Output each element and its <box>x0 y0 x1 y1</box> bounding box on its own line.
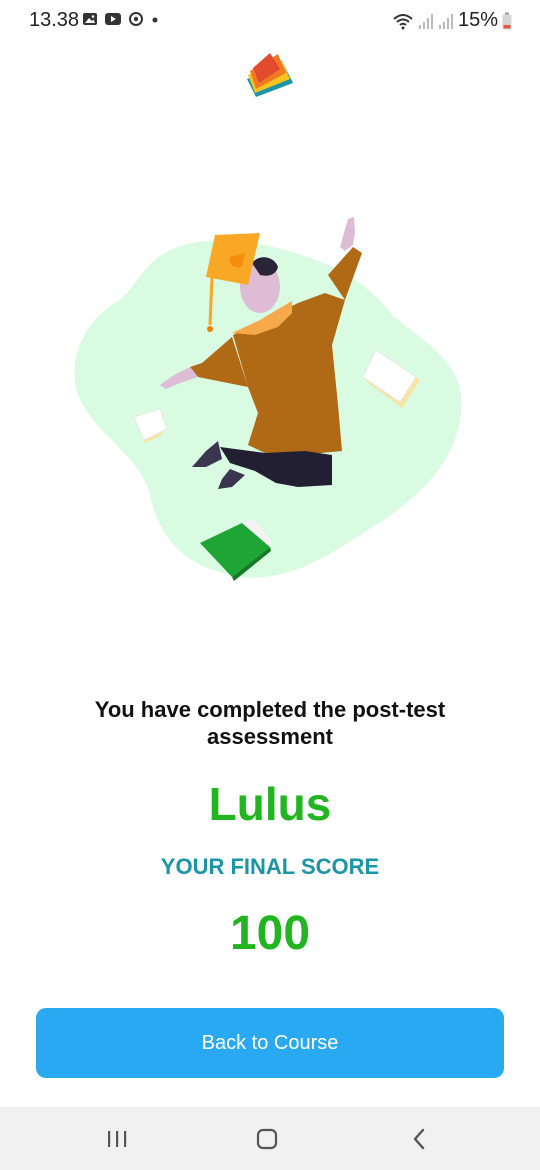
signal-icon <box>418 13 433 29</box>
back-icon <box>413 1128 425 1149</box>
final-score-value: 100 <box>229 907 311 960</box>
completion-message: You have completed the post-test assessm… <box>94 697 446 749</box>
gallery-icon <box>83 13 97 25</box>
navigation-bar <box>0 1107 540 1170</box>
signal-icon <box>438 13 453 29</box>
status-time: 13.38 <box>29 9 80 31</box>
youtube-icon <box>105 13 121 25</box>
books-logo <box>247 53 293 97</box>
home-icon <box>256 1128 278 1149</box>
graduate-jumping-illustration <box>74 217 462 581</box>
home-button[interactable] <box>222 1107 312 1170</box>
wifi-icon <box>393 13 413 29</box>
result-status: Lulus <box>208 778 332 830</box>
back-to-course-button[interactable]: Back to Course <box>36 1008 504 1078</box>
back-button[interactable] <box>374 1107 464 1170</box>
battery-percent: 15% <box>457 9 498 31</box>
sync-icon <box>129 12 143 26</box>
status-bar: 13.38 15% <box>0 0 540 42</box>
battery-icon <box>502 12 512 29</box>
dot-icon <box>152 17 158 23</box>
system-icons: 15% <box>392 9 512 32</box>
final-score-label: YOUR FINAL SCORE <box>160 854 380 879</box>
notification-icons <box>82 11 160 27</box>
recents-button[interactable] <box>72 1107 162 1170</box>
recents-icon <box>108 1130 127 1147</box>
